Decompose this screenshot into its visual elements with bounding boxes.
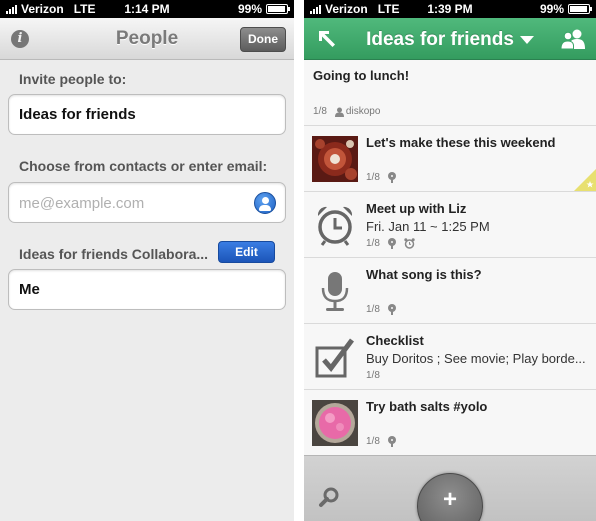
- chevron-down-icon: [519, 35, 534, 44]
- note-title: What song is this?: [366, 267, 482, 282]
- people-screen: Verizon LTE 1:14 PM 99% i People Done In…: [0, 0, 294, 521]
- pink-photo-thumbnail: [312, 400, 358, 446]
- note-title: Meet up with Liz: [366, 201, 467, 216]
- note-count: 1/8: [366, 370, 380, 381]
- note-title: Going to lunch!: [313, 68, 410, 83]
- note-subtitle: Fri. Jan 11 ~ 1:25 PM: [366, 219, 490, 234]
- add-label: +: [442, 486, 457, 513]
- microphone-icon: [321, 272, 349, 311]
- collaborator-field[interactable]: Me: [8, 269, 286, 310]
- note-count: 1/8: [366, 172, 380, 183]
- people-header: i People Done: [0, 18, 294, 60]
- reminder-alarm-icon: [404, 238, 415, 249]
- location-pin-icon: [387, 436, 396, 447]
- note-title: Let's make these this weekend: [366, 135, 556, 150]
- email-placeholder: me@example.com: [19, 195, 145, 212]
- user-icon: [334, 107, 344, 117]
- edit-button[interactable]: Edit: [218, 241, 275, 263]
- collaborators-label: Ideas for friends Collabora...: [19, 246, 209, 262]
- note-meta: 1/8: [366, 172, 396, 183]
- status-bar: Verizon LTE 1:14 PM 99%: [0, 0, 294, 18]
- note-meta: 1/8: [366, 304, 396, 315]
- notebook-header: Ideas for friends: [304, 18, 596, 60]
- notebook-screen: Verizon LTE 1:39 PM 99% Ideas for friend…: [304, 0, 596, 521]
- list-item[interactable]: Meet up with Liz Fri. Jan 11 ~ 1:25 PM 1…: [304, 192, 596, 258]
- notebook-title-dropdown[interactable]: Ideas for friends: [304, 29, 596, 51]
- battery-percent: 99%: [237, 2, 262, 16]
- note-meta: 1/8: [366, 370, 380, 381]
- list-item[interactable]: What song is this? 1/8: [304, 258, 596, 324]
- battery-icon: [266, 4, 290, 14]
- search-icon[interactable]: [318, 487, 340, 509]
- note-author: diskopo: [345, 106, 381, 117]
- note-meta: 1/8 diskopo: [313, 106, 380, 117]
- note-meta: 1/8: [366, 436, 396, 447]
- checkbox-icon: [315, 338, 354, 378]
- collaborator-name: Me: [19, 281, 40, 298]
- people-icon[interactable]: [560, 28, 586, 50]
- contact-picker-icon[interactable]: [254, 192, 276, 214]
- note-count: 1/8: [366, 238, 380, 249]
- bottom-toolbar: +: [304, 455, 596, 521]
- email-field[interactable]: me@example.com: [8, 182, 286, 223]
- note-meta: 1/8: [366, 238, 415, 249]
- notebook-title: Ideas for friends: [366, 29, 514, 50]
- location-pin-icon: [387, 172, 396, 183]
- note-title: Checklist: [366, 333, 424, 348]
- note-count: 1/8: [366, 304, 380, 315]
- battery-percent: 99%: [539, 2, 564, 16]
- invite-notebook-field[interactable]: Ideas for friends: [8, 94, 286, 135]
- note-subtitle: Buy Doritos ; See movie; Play borde...: [366, 351, 586, 366]
- invite-label: Invite people to:: [19, 71, 127, 87]
- note-author-wrap: diskopo: [334, 106, 381, 117]
- list-item[interactable]: Checklist Buy Doritos ; See movie; Play …: [304, 324, 596, 390]
- list-item[interactable]: Going to lunch! 1/8 diskopo: [304, 60, 596, 126]
- food-photo-thumbnail: [312, 136, 358, 182]
- invite-notebook-value: Ideas for friends: [19, 106, 136, 123]
- location-pin-icon: [387, 304, 396, 315]
- contacts-label: Choose from contacts or enter email:: [19, 158, 268, 174]
- status-bar: Verizon LTE 1:39 PM 99%: [304, 0, 596, 18]
- note-count: 1/8: [313, 106, 327, 117]
- battery-icon: [568, 4, 592, 14]
- shared-corner-badge: [574, 169, 596, 191]
- location-pin-icon: [387, 238, 396, 249]
- add-note-button[interactable]: +: [417, 473, 483, 521]
- list-item[interactable]: Let's make these this weekend 1/8: [304, 126, 596, 192]
- screen-divider: [294, 0, 304, 521]
- note-title: Try bath salts #yolo: [366, 399, 488, 414]
- list-item[interactable]: Try bath salts #yolo 1/8: [304, 390, 596, 456]
- note-count: 1/8: [366, 436, 380, 447]
- alarm-clock-icon: [317, 206, 353, 246]
- done-button[interactable]: Done: [240, 27, 286, 52]
